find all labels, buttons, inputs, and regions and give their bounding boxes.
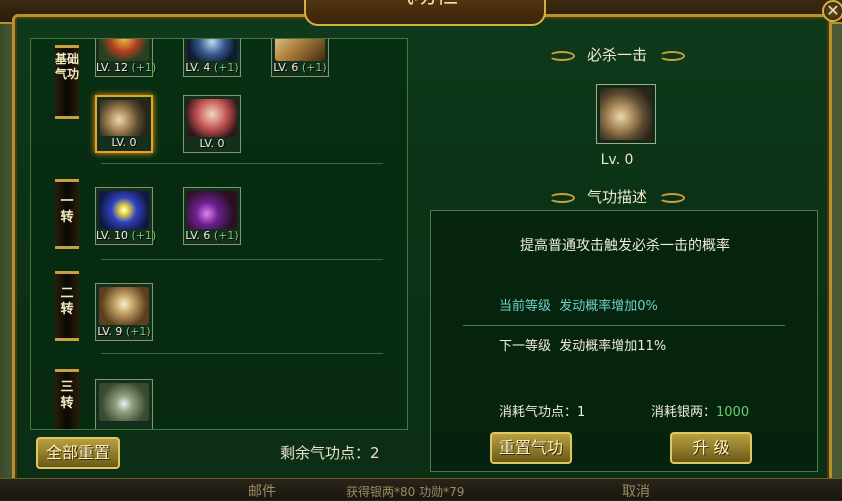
skill-description: 提高普通攻击触发必杀一击的概率: [520, 238, 730, 254]
close-icon[interactable]: ✕: [822, 0, 842, 22]
skill-slot[interactable]: LV. 0: [183, 95, 241, 153]
window-title: 气功栏: [392, 0, 458, 9]
remaining-points: 剩余气功点：2: [280, 444, 380, 462]
ornament-left-icon: [548, 192, 575, 203]
tier-divider: [101, 163, 383, 164]
next-level-effect: 发动概率增加11%: [559, 339, 667, 354]
tier-label-basic: 基础气功: [55, 45, 79, 119]
cost-silver-label: 消耗银两：: [651, 405, 717, 420]
reward-message: 获得银两*80 功勋*79: [346, 485, 465, 499]
skill-art: [99, 383, 149, 421]
skill-tree-panel[interactable]: 基础气功 LV. 12 (+1) LV. 4 (+1) LV. 6 (+1) L…: [30, 38, 408, 430]
skill-level: LV. 12 (+1): [96, 61, 157, 74]
next-level-label: 下一等级: [499, 339, 552, 354]
skill-slot[interactable]: LV. 6 (+1): [271, 39, 329, 77]
cost-points-label: 消耗气功点：: [499, 405, 578, 420]
tier-label-second: 二转: [55, 271, 79, 341]
window-title-plaque: 气功栏: [304, 0, 546, 26]
skill-slot[interactable]: LV. 12 (+1): [95, 39, 157, 77]
cost-silver-value: 1000: [716, 405, 750, 420]
skill-level: LV. 0: [199, 137, 225, 150]
skill-art: [275, 39, 325, 61]
description-heading: 气功描述: [416, 186, 818, 207]
skill-art: [99, 287, 149, 325]
tier-label-third: 三转: [55, 369, 79, 429]
tier-label-text: 二转: [60, 286, 74, 317]
current-level-effect: 发动概率增加0%: [559, 299, 658, 314]
tier-label-first: 一转: [55, 179, 79, 249]
skill-art: [187, 99, 237, 137]
selected-skill-level: Lv. 0: [600, 152, 634, 168]
tier-label-text: 一转: [60, 194, 74, 225]
skill-name: 必杀一击: [586, 46, 647, 64]
skill-level: LV. 9 (+1): [97, 325, 151, 338]
skill-art: [600, 88, 652, 140]
skill-level: LV. 0: [111, 136, 137, 149]
skill-slot[interactable]: [95, 379, 153, 429]
cost-silver-row: 消耗银两：1000: [651, 401, 749, 420]
skill-level: LV. 6 (+1): [185, 229, 239, 242]
tier-label-text: 三转: [60, 380, 74, 411]
tier-divider: [101, 259, 383, 260]
mail-label[interactable]: 邮件: [248, 481, 276, 501]
cancel-label[interactable]: 取消: [622, 481, 650, 501]
skill-slot[interactable]: LV. 9 (+1): [95, 283, 153, 341]
skill-slot[interactable]: LV. 4 (+1): [183, 39, 241, 77]
upgrade-button[interactable]: 升 级: [670, 432, 752, 464]
ornament-left-icon: [548, 50, 575, 61]
tier-label-text: 基础气功: [55, 52, 80, 81]
current-level-label: 当前等级: [499, 299, 552, 314]
level-divider: [463, 325, 785, 326]
skill-slot[interactable]: LV. 10 (+1): [95, 187, 157, 245]
skill-art: [100, 100, 148, 136]
ornament-right-icon: [659, 50, 685, 61]
cost-points-value: 1: [577, 405, 586, 420]
cost-points-row: 消耗气功点：1: [499, 401, 585, 420]
skill-level: LV. 6 (+1): [273, 61, 327, 74]
skill-level: LV. 10 (+1): [96, 229, 157, 242]
description-title: 气功描述: [586, 188, 647, 206]
skill-level: LV. 4 (+1): [185, 61, 239, 74]
selected-skill-icon: [596, 84, 656, 144]
skill-slot[interactable]: LV. 6 (+1): [183, 187, 241, 245]
tier-divider: [101, 353, 383, 354]
skill-art: [187, 191, 237, 229]
reset-skill-button[interactable]: 重置气功: [490, 432, 572, 464]
bottom-chat-strip: 邮件 获得银两*80 功勋*79 取消: [0, 478, 842, 500]
skill-art: [99, 39, 149, 61]
next-level-row: 下一等级 发动概率增加11%: [499, 335, 666, 354]
current-level-row: 当前等级 发动概率增加0%: [499, 295, 658, 314]
description-box: 提高普通攻击触发必杀一击的概率 当前等级 发动概率增加0% 下一等级 发动概率增…: [430, 210, 818, 472]
skill-slot-selected[interactable]: LV. 0: [95, 95, 153, 153]
skill-name-heading: 必杀一击: [416, 44, 818, 65]
skill-art: [99, 191, 149, 229]
ornament-right-icon: [659, 192, 685, 203]
skill-art: [187, 39, 237, 61]
reset-all-button[interactable]: 全部重置: [36, 437, 120, 469]
